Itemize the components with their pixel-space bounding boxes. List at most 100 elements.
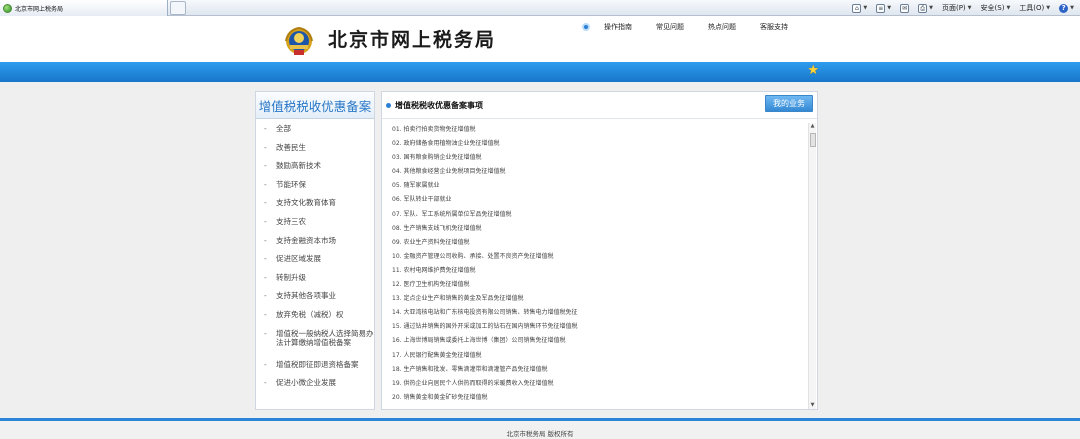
list-item[interactable]: 05. 随军家属就业 [389,179,817,193]
list-item[interactable]: 15. 通过钻井销售的国外开采或加工的钻石在国内销售环节免征增值税 [389,320,817,334]
header-band [0,62,1080,82]
list-item[interactable]: 18. 生产销售和批发、零售滴灌带和滴灌管产品免征增值税 [389,363,817,377]
dash-icon: - [264,359,267,369]
feeds-button[interactable]: ≡ ▼ [876,3,892,13]
nav-link-support[interactable]: 客服支持 [760,22,788,32]
panel-header: 增值税税收优惠备案事项 我的业务 [382,92,817,119]
items-panel: 增值税税收优惠备案事项 我的业务 01. 拍卖行拍卖货物免征增值税 02. 政府… [381,91,818,410]
site-header [0,16,1080,63]
feeds-icon: ≡ [876,3,886,13]
list-item[interactable]: 11. 农村电网维护费免征增值税 [389,264,817,278]
dash-icon: - [264,142,267,152]
sidebar-item-label: 支持文化教育体育 [276,198,336,208]
nav-link-faq[interactable]: 常见问题 [656,22,684,32]
safety-menu[interactable]: 安全(S) ▼ [981,3,1011,13]
dash-icon: - [264,378,267,388]
dash-icon: - [264,124,267,133]
top-nav: 操作指南 常见问题 热点问题 客服支持 [582,22,812,32]
sidebar-item-label: 改善民生 [276,142,306,152]
category-sidebar: 增值税税收优惠备案 - 全部 - 改善民生 - 鼓励高新技术 - 节能环保 - 支持文化教… [255,91,375,410]
item-list: 01. 拍卖行拍卖货物免征增值税 02. 政府储备食用植物油企业免征增值税 03… [389,123,817,409]
page-menu[interactable]: 页面(P) ▼ [942,3,972,13]
dash-icon: - [264,309,267,319]
chevron-down-icon: ▼ [887,5,892,11]
mail-button[interactable]: ✉ [900,3,910,13]
new-tab-button[interactable] [170,1,186,15]
print-button[interactable]: ⎙ ▼ [918,3,933,13]
sidebar-header: 增值税税收优惠备案 [256,92,374,119]
sidebar-item-other[interactable]: - 支持其他各项事业 [256,291,374,310]
dash-icon: - [264,328,267,338]
sidebar-item-label: 放弃免税（减税）权 [276,309,344,319]
sidebar-item-green[interactable]: - 节能环保 [256,180,374,199]
sidebar-item-upgrade[interactable]: - 转制升级 [256,273,374,292]
sidebar-item-all[interactable]: - 全部 [256,124,374,143]
sidebar-item-simple-method[interactable]: - 增值税一般纳税人选择简易办法计算缴纳增值税备案 [256,329,374,360]
list-item[interactable]: 09. 农业生产资料免征增值税 [389,236,817,250]
site-title: 北京市网上税务局 [328,29,497,51]
list-item[interactable]: 08. 生产销售支线飞机免征增值税 [389,222,817,236]
sidebar-item-label: 促进小微企业发展 [276,378,336,388]
list-item[interactable]: 12. 医疗卫生机构免征增值税 [389,278,817,292]
sidebar-item-refund[interactable]: - 增值税即征即退资格备案 [256,360,374,379]
sidebar-item-finance[interactable]: - 支持金融资本市场 [256,236,374,255]
list-item[interactable]: 03. 国有粮食购销企业免征增值税 [389,151,817,165]
sidebar-item-label: 节能环保 [276,179,306,189]
nav-link-guide[interactable]: 操作指南 [604,22,632,32]
sidebar-item-regional[interactable]: - 促进区域发展 [256,254,374,273]
list-item[interactable]: 17. 人民银行配售黄金免征增值税 [389,349,817,363]
my-business-button[interactable]: 我的业务 [765,95,813,112]
sidebar-item-culture[interactable]: - 支持文化教育体育 [256,198,374,217]
browser-tab-title: 北京市网上税务局 [15,5,64,13]
sidebar-item-label: 促进区域发展 [276,254,321,264]
tools-menu-label: 工具(O) [1019,4,1045,12]
home-icon: ⌂ [852,3,862,13]
dash-icon: - [264,216,267,226]
printer-icon: ⎙ [918,3,928,13]
list-item[interactable]: 07. 军队、军工系统所属单位军品免征增值税 [389,208,817,222]
dash-icon: - [264,198,267,208]
list-item[interactable]: 20. 销售黄金和黄金矿砂免征增值税 [389,391,817,405]
sidebar-item-label: 支持其他各项事业 [276,291,336,301]
sidebar-item-agriculture[interactable]: - 支持三农 [256,217,374,236]
list-item[interactable]: 16. 上海世博局销售或委托上海世博（集团）公司销售免征增值税 [389,334,817,348]
tax-emblem-icon [285,26,313,55]
list-item[interactable]: 14. 大亚湾核电站和广东核电投资有限公司销售、转售电力增值税免征 [389,306,817,320]
sidebar-item-high-tech[interactable]: - 鼓励高新技术 [256,161,374,180]
list-item[interactable]: 19. 供热企业向居民个人供热而取得的采暖费收入免征增值税 [389,377,817,391]
chevron-down-icon: ▼ [1070,5,1074,11]
dash-icon: - [264,254,267,264]
dash-icon: - [264,291,267,301]
chevron-down-icon: ▼ [863,5,868,11]
list-item[interactable]: 10. 金融资产管理公司收购、承接、处置不良资产免征增值税 [389,250,817,264]
sidebar-item-livelihood[interactable]: - 改善民生 [256,143,374,162]
dash-icon: - [264,272,267,282]
favorite-star-icon[interactable]: ★ [807,63,819,79]
list-scrollbar[interactable]: ▲ ▼ [808,123,816,409]
site-favicon-icon [3,3,12,13]
list-item[interactable]: 01. 拍卖行拍卖货物免征增值税 [389,123,817,137]
scroll-thumb[interactable] [810,133,816,147]
browser-tab[interactable]: 北京市网上税务局 [0,0,168,16]
list-item[interactable]: 02. 政府储备食用植物油企业免征增值税 [389,137,817,151]
tools-menu[interactable]: 工具(O) ▼ [1019,3,1050,13]
safety-menu-label: 安全(S) [980,4,1005,12]
nav-link-hot-topics[interactable]: 热点问题 [708,22,736,32]
help-menu[interactable]: ? ▼ [1059,3,1074,13]
nav-bullet-icon [582,23,590,31]
browser-command-bar: ⌂ ▼ ≡ ▼ ✉ ⎙ ▼ 页面(P) ▼ 安全(S) ▼ 工具(O) ▼ ? ▼ [852,0,1074,16]
list-item[interactable]: 06. 军队转业干部就业 [389,193,817,207]
category-list: - 全部 - 改善民生 - 鼓励高新技术 - 节能环保 - 支持文化教育体育 - 支持三农 … [256,119,374,397]
home-button[interactable]: ⌂ ▼ [852,3,868,13]
dash-icon: - [264,161,267,171]
dash-icon: - [264,235,267,245]
list-item[interactable]: 04. 其他粮食经营企业免税项目免征增值税 [389,165,817,179]
chevron-down-icon: ▼ [1006,5,1011,11]
list-item[interactable]: 13. 定点企业生产和销售的黄金及军品免征增值税 [389,292,817,306]
sidebar-item-waive[interactable]: - 放弃免税（减税）权 [256,310,374,329]
scroll-down-icon[interactable]: ▼ [809,402,816,409]
chevron-down-icon: ▼ [1046,5,1051,11]
scroll-up-icon[interactable]: ▲ [809,123,816,130]
browser-toolbar: 北京市网上税务局 ⌂ ▼ ≡ ▼ ✉ ⎙ ▼ 页面(P) ▼ 安全(S) ▼ 工具(O) ▼… [0,0,1080,16]
sidebar-item-small-business[interactable]: - 促进小微企业发展 [256,378,374,397]
